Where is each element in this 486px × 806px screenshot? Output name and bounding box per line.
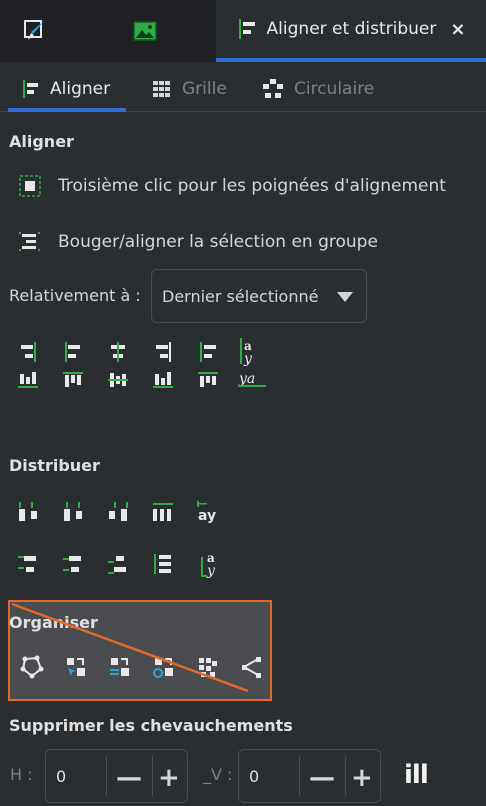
divider [106, 756, 107, 796]
remove-overlaps-button[interactable]: ill [404, 760, 429, 790]
align-text-baseline-vertical-icon[interactable]: ay [237, 338, 261, 367]
divider [345, 756, 346, 796]
distribute-bottom-edges-icon[interactable] [106, 552, 130, 576]
align-top-edge-to-anchor-bottom-icon[interactable] [16, 368, 40, 392]
glyph-ay: ay [198, 508, 216, 524]
align-top-edges-icon[interactable] [61, 368, 85, 392]
brush-icon [24, 20, 45, 40]
distribute-row-horizontal: ay [16, 500, 226, 524]
distribute-left-edges-icon[interactable] [16, 500, 40, 524]
h-gap-label: H : [10, 765, 33, 784]
svg-text:y: y [206, 563, 216, 579]
tab-label: Aligner [50, 79, 111, 99]
glyph-ya: ya [238, 371, 255, 387]
align-left-edges-icon[interactable] [61, 340, 85, 364]
relative-to-dropdown[interactable]: Dernier sélectionné [151, 269, 367, 323]
align-text-baseline-horizontal-icon[interactable]: ya [237, 368, 267, 392]
center-vertical-axis-icon[interactable] [106, 340, 130, 364]
v-gap-stepper[interactable]: 0 — + [238, 749, 381, 803]
active-tab-indicator [8, 108, 126, 112]
h-gap-stepper[interactable]: 0 — + [45, 749, 188, 803]
remove-overlap-heading: Supprimer les chevauchements [9, 716, 293, 735]
tab-grille[interactable]: Grille [152, 66, 227, 112]
sub-tab-bar: Aligner Grille Circulaire [0, 66, 486, 112]
v-gap-value[interactable]: 0 [249, 767, 259, 786]
align-left-edge-to-anchor-right-icon[interactable] [196, 340, 220, 364]
align-left-icon [23, 80, 38, 98]
align-bottom-edges-icon[interactable] [151, 368, 175, 392]
distribute-gaps-horizontal-icon[interactable] [151, 500, 175, 524]
center-horizontal-axis-icon[interactable] [106, 368, 130, 392]
tab-align-distribute[interactable]: Aligner et distribuer × [216, 0, 486, 62]
svg-text:y: y [243, 351, 253, 367]
alignment-handles-icon [19, 175, 41, 197]
organise-row [20, 655, 264, 679]
v-increment-button[interactable]: + [351, 763, 373, 793]
tab-label: Circulaire [294, 79, 375, 99]
distribute-text-anchors-horizontal-icon[interactable]: ay [196, 500, 226, 524]
distribute-top-edges-icon[interactable] [16, 552, 40, 576]
align-bottom-edge-to-anchor-top-icon[interactable] [196, 368, 220, 392]
h-decrement-button[interactable]: — [116, 763, 142, 793]
distribute-gaps-vertical-icon[interactable] [151, 552, 175, 576]
divider [299, 756, 300, 796]
group-move-icon [19, 232, 40, 251]
align-left-icon [238, 19, 255, 39]
tab-label: Grille [182, 79, 227, 99]
graph-layout-icon[interactable] [20, 655, 44, 679]
circular-icon [263, 79, 283, 98]
align-right-edge-to-anchor-left-icon[interactable] [16, 340, 40, 364]
align-row-vertical: ya [16, 368, 267, 392]
distribute-centers-vertical-icon[interactable] [61, 552, 85, 576]
organise-heading: Organiser [9, 613, 98, 632]
h-increment-button[interactable]: + [158, 763, 180, 793]
tab-title: Aligner et distribuer [266, 19, 437, 39]
top-tab-bar: Aligner et distribuer × [0, 0, 486, 62]
tab-xml-editor[interactable] [0, 0, 70, 62]
exchange-positions-z-order-icon[interactable] [108, 655, 132, 679]
option-label: Troisième clic pour les poignées d'align… [58, 176, 446, 196]
distribute-heading: Distribuer [9, 456, 100, 475]
align-right-edges-icon[interactable] [151, 340, 175, 364]
dropdown-value: Dernier sélectionné [162, 286, 319, 306]
distribute-right-edges-icon[interactable] [106, 500, 130, 524]
move-group-option[interactable]: Bouger/aligner la sélection en groupe [18, 230, 378, 254]
relative-to-label: Relativement à : [9, 286, 141, 305]
tab-aligner[interactable]: Aligner [22, 66, 110, 112]
v-decrement-button[interactable]: — [309, 763, 335, 793]
distribute-text-anchors-vertical-icon[interactable]: ay [196, 551, 226, 579]
distribute-centers-horizontal-icon[interactable] [61, 500, 85, 524]
exchange-positions-selection-icon[interactable] [64, 655, 88, 679]
chevron-down-icon [337, 292, 353, 302]
v-gap-label: _V : [203, 765, 233, 784]
tab-image-properties[interactable] [108, 0, 182, 62]
align-row-horizontal: ay [16, 338, 261, 367]
connector-network-icon[interactable] [240, 655, 264, 679]
close-icon[interactable]: × [450, 19, 465, 40]
image-icon [133, 21, 157, 41]
align-heading: Aligner [9, 132, 74, 151]
tab-circulaire[interactable]: Circulaire [262, 66, 374, 112]
distribute-row-vertical: ay [16, 551, 226, 579]
grid-icon [153, 81, 170, 97]
unclump-icon[interactable] [196, 655, 220, 679]
exchange-positions-clockwise-icon[interactable] [152, 655, 176, 679]
divider [152, 756, 153, 796]
option-label: Bouger/aligner la sélection en groupe [58, 232, 378, 252]
h-gap-value[interactable]: 0 [56, 767, 66, 786]
third-click-option[interactable]: Troisième clic pour les poignées d'align… [18, 174, 446, 198]
